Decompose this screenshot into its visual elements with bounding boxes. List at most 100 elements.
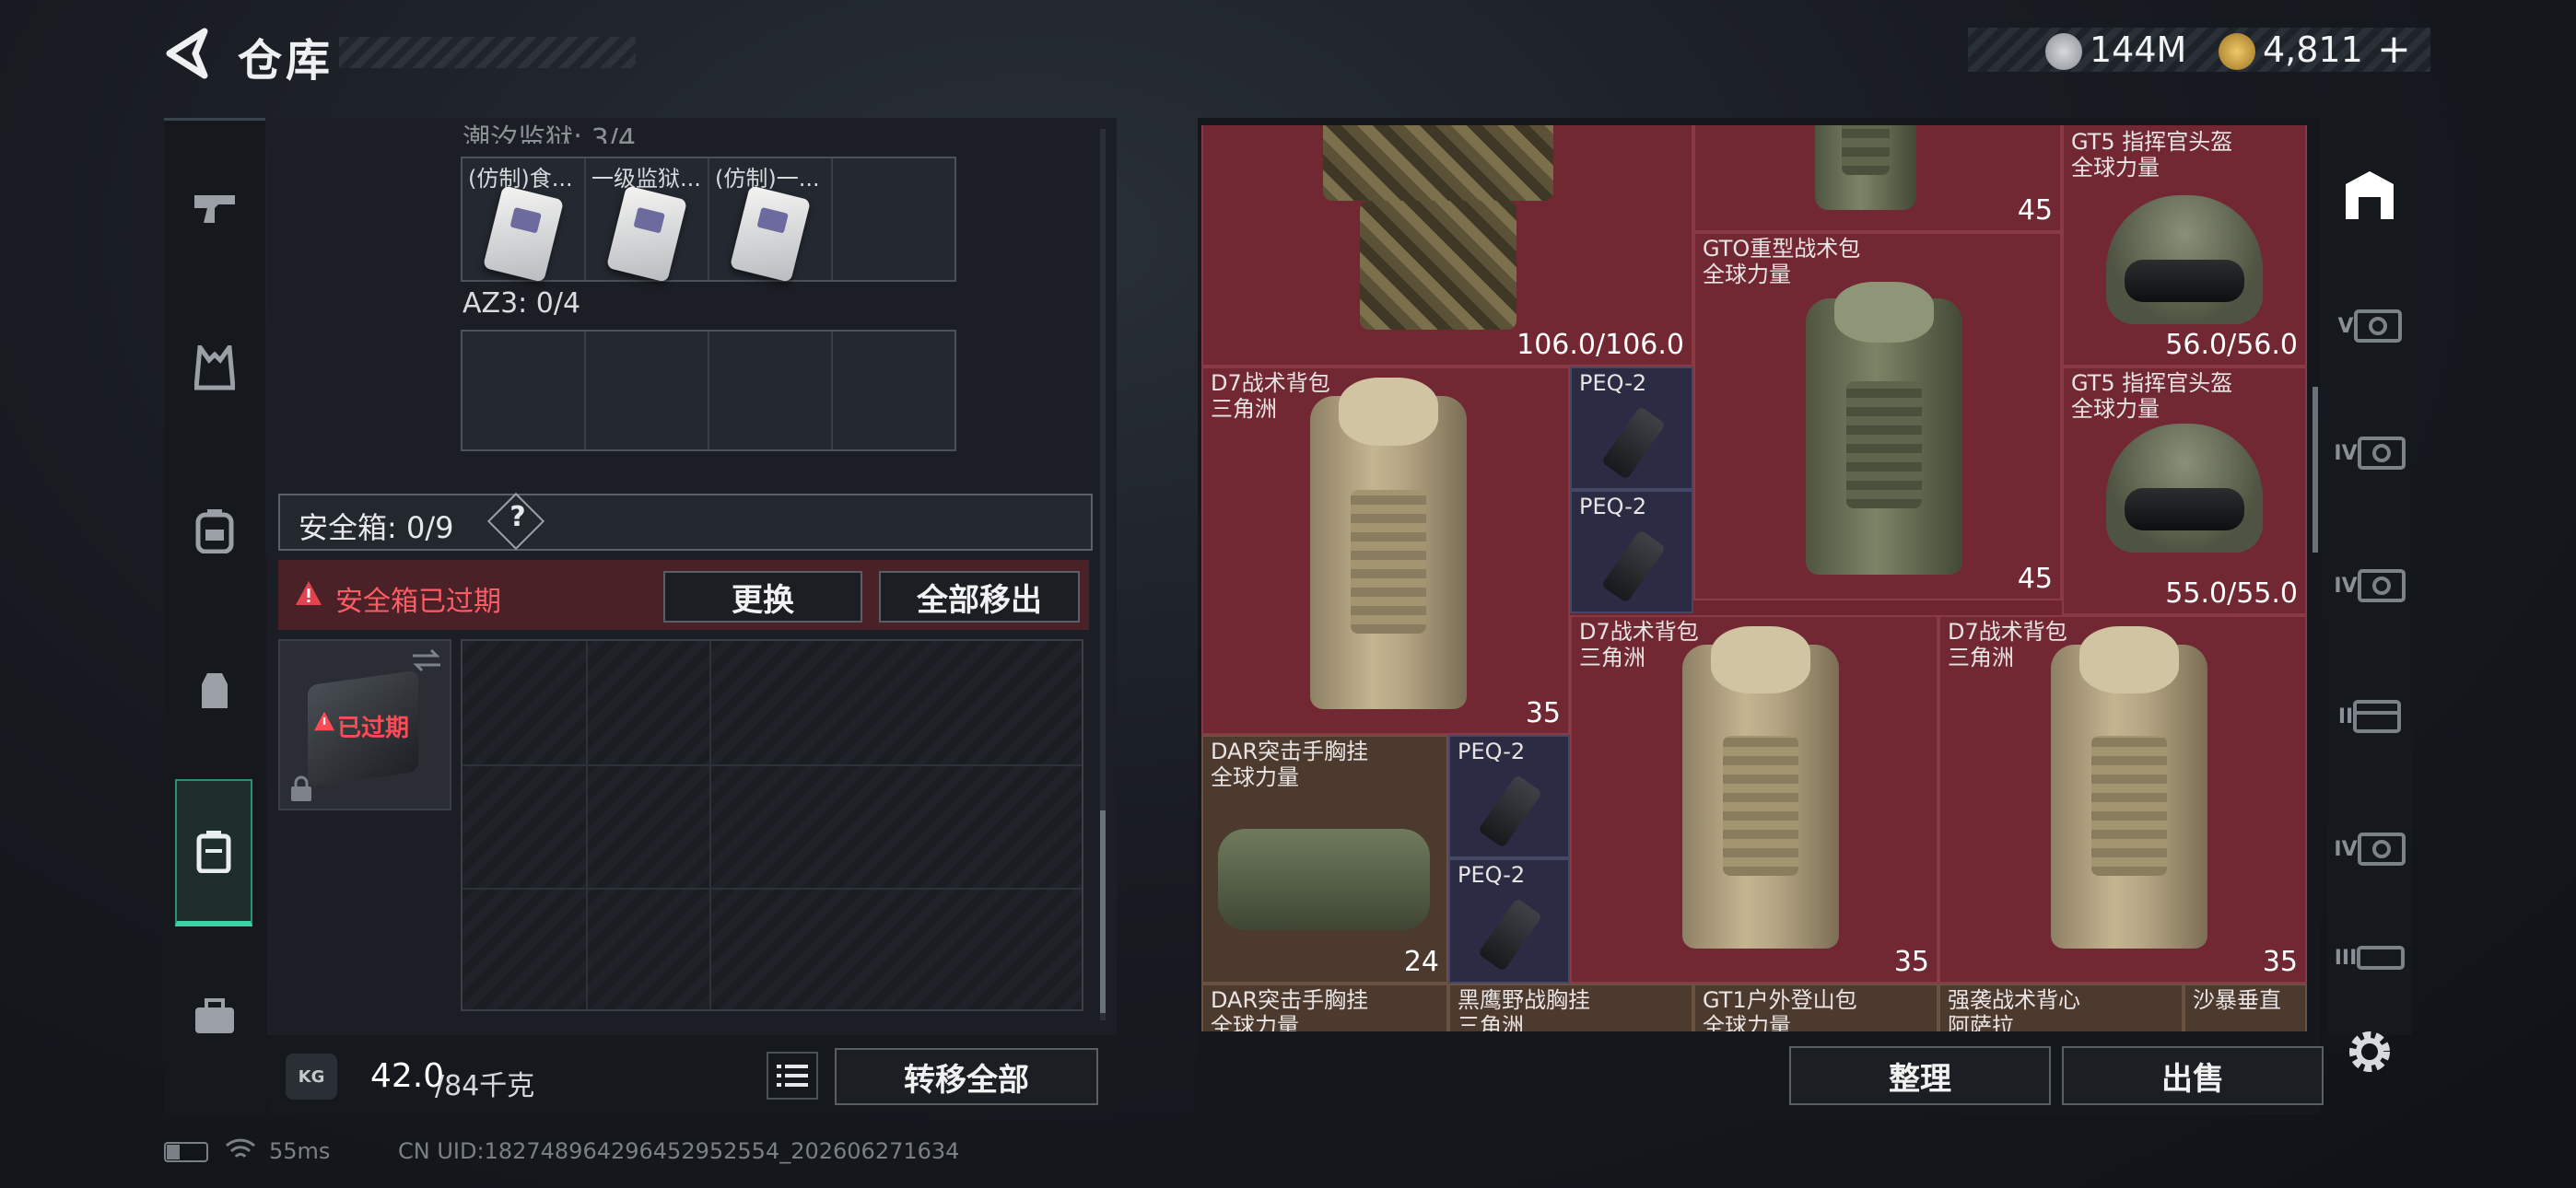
pistol-icon — [194, 195, 235, 223]
backpack-image — [1815, 125, 1916, 210]
item-label: 一级监狱... — [591, 166, 701, 192]
storage-icon — [2346, 171, 2394, 219]
container-cell-empty[interactable] — [586, 332, 709, 449]
stash-item-backpack[interactable]: 45 — [1693, 125, 2062, 232]
stash-tab-v[interactable]: V — [2327, 269, 2412, 383]
stash-tab-ii[interactable]: II — [2327, 659, 2412, 774]
safe-box-capacity-label: 安全箱: 0/9 — [299, 510, 454, 545]
stash-item-peq2[interactable]: PEQ-2 — [1570, 367, 1693, 490]
laser-device-image — [1600, 405, 1667, 481]
toolbox-category-tab[interactable] — [164, 943, 265, 1090]
item-durability: 106.0/106.0 — [1516, 329, 1684, 361]
crate-icon — [2353, 700, 2402, 733]
item-name: PEQ-2 — [1458, 739, 1526, 764]
item-name: 沙暴垂直 — [2193, 987, 2281, 1013]
stash-item-backpack[interactable]: D7战术背包 三角洲 35 — [1570, 615, 1938, 984]
back-arrow-icon[interactable] — [164, 28, 210, 79]
container-cell[interactable]: (仿制)一... — [709, 158, 833, 283]
item-name: 强袭战术背心 阿萨拉 — [1948, 987, 2080, 1031]
stash-item-vest[interactable]: 强袭战术背心 阿萨拉 — [1938, 984, 2184, 1031]
sell-button[interactable]: 出售 — [2062, 1046, 2324, 1105]
stash-main-tab[interactable] — [2327, 138, 2412, 252]
sort-button[interactable]: 整理 — [1789, 1046, 2051, 1105]
item-name: DAR突击手胸挂 全球力量 — [1211, 987, 1369, 1031]
container-cell[interactable]: (仿制)食... — [463, 158, 586, 283]
swap-icon[interactable] — [411, 648, 442, 672]
stash-item-chest-rig[interactable]: 黑鹰野战胸挂 三角洲 — [1448, 984, 1693, 1031]
bag-category-tab[interactable] — [164, 617, 265, 764]
backpack-category-tab[interactable] — [164, 457, 265, 604]
item-name: DAR突击手胸挂 全球力量 — [1211, 739, 1369, 790]
stash-item-peq2[interactable]: PEQ-2 — [1570, 490, 1693, 613]
settings-gear-icon[interactable] — [2342, 1024, 2397, 1079]
item-durability: 55.0/55.0 — [2165, 577, 2298, 610]
armor-vest-image — [1360, 201, 1516, 330]
item-name: PEQ-2 — [1458, 862, 1526, 888]
armor-category-tab[interactable] — [164, 295, 265, 442]
safe-box-icon — [196, 831, 231, 873]
add-currency-button[interactable]: + — [2377, 26, 2411, 73]
item-name: GT5 指挥官头盔 全球力量 — [2071, 129, 2233, 181]
silver-coin-icon — [2045, 33, 2082, 70]
helmet-image — [2106, 195, 2263, 324]
page-title: 仓库 — [238, 35, 334, 87]
stash-scrollbar[interactable] — [2313, 387, 2318, 553]
list-view-button[interactable] — [767, 1052, 818, 1100]
tier-label: IV — [2334, 837, 2358, 861]
container-cell-empty[interactable] — [709, 332, 833, 449]
container-group-label: 潮汐监狱: 3/4 — [463, 123, 636, 144]
az3-container-label: AZ3: 0/4 — [463, 287, 581, 320]
list-icon — [777, 1065, 808, 1087]
item-name: GTO重型战术包 全球力量 — [1703, 236, 1861, 287]
safe-icon — [2353, 309, 2402, 343]
ping-value: 55ms — [269, 1138, 331, 1164]
pouch-icon — [202, 673, 228, 708]
backpack-image — [1310, 377, 1467, 709]
container-cell-empty[interactable] — [833, 332, 954, 449]
expired-label: 已过期 — [337, 715, 410, 742]
item-name: GT5 指挥官头盔 全球力量 — [2071, 370, 2233, 422]
stash-item-backpack[interactable]: GTO重型战术包 全球力量 45 — [1693, 232, 2062, 600]
stash-item-armor[interactable]: 106.0/106.0 — [1201, 125, 1693, 367]
vest-icon — [194, 345, 235, 390]
stash-item-backpack[interactable]: D7战术背包 三角洲 35 — [1201, 367, 1570, 735]
help-icon[interactable]: ? — [498, 501, 538, 533]
stash-tab-iv[interactable]: IV — [2327, 396, 2412, 510]
left-panel-scrollbar[interactable] — [1100, 129, 1106, 1020]
armor-vest-image — [1323, 125, 1553, 201]
stash-item-helmet[interactable]: 沙暴垂直 — [2184, 984, 2307, 1031]
stash-item-backpack[interactable]: D7战术背包 三角洲 35 — [1938, 615, 2307, 984]
item-capacity: 45 — [2017, 563, 2053, 595]
stash-grid: 106.0/106.0 45 GT5 指挥官头盔 全球力量 56.0/56.0 … — [1201, 125, 2307, 1031]
stash-item-chest-rig[interactable]: DAR突击手胸挂 全球力量 — [1201, 984, 1448, 1031]
stash-tab-iv[interactable]: IV — [2327, 529, 2412, 643]
stash-item-helmet[interactable]: GT5 指挥官头盔 全球力量 55.0/55.0 — [2062, 367, 2307, 615]
tier-label: III — [2334, 946, 2358, 970]
transfer-all-button[interactable]: 转移全部 — [835, 1048, 1098, 1105]
stash-item-backpack[interactable]: GT1户外登山包 全球力量 — [1693, 984, 1938, 1031]
stash-item-helmet[interactable]: GT5 指挥官头盔 全球力量 56.0/56.0 — [2062, 125, 2307, 367]
item-capacity: 35 — [1525, 697, 1561, 729]
container-cell[interactable]: 一级监狱... — [586, 158, 709, 283]
stash-tab-iii[interactable]: III — [2327, 921, 2412, 995]
stash-tab-iv[interactable]: IV — [2327, 792, 2412, 906]
container-cell-empty[interactable] — [833, 158, 954, 280]
max-weight: /84千克 — [435, 1070, 535, 1102]
item-name: PEQ-2 — [1579, 370, 1647, 396]
move-all-out-button[interactable]: 全部移出 — [879, 571, 1080, 623]
stash-item-peq2[interactable]: PEQ-2 — [1448, 858, 1570, 984]
container-cell-empty[interactable] — [463, 332, 586, 449]
warning-icon — [296, 581, 322, 605]
stash-item-chest-rig[interactable]: DAR突击手胸挂 全球力量 24 — [1201, 735, 1448, 984]
backpack-icon — [195, 509, 234, 553]
item-capacity: 35 — [1893, 946, 1929, 978]
replace-button[interactable]: 更换 — [663, 571, 862, 623]
safe-box-slot[interactable]: 已过期 — [278, 639, 451, 810]
safe-box-category-tab[interactable] — [175, 779, 252, 926]
item-name: D7战术背包 三角洲 — [1948, 619, 2067, 670]
safe-icon — [2357, 437, 2406, 470]
weapon-category-tab[interactable] — [164, 134, 265, 282]
warning-icon — [314, 711, 334, 731]
tier-label: II — [2337, 705, 2354, 728]
stash-item-peq2[interactable]: PEQ-2 — [1448, 735, 1570, 858]
